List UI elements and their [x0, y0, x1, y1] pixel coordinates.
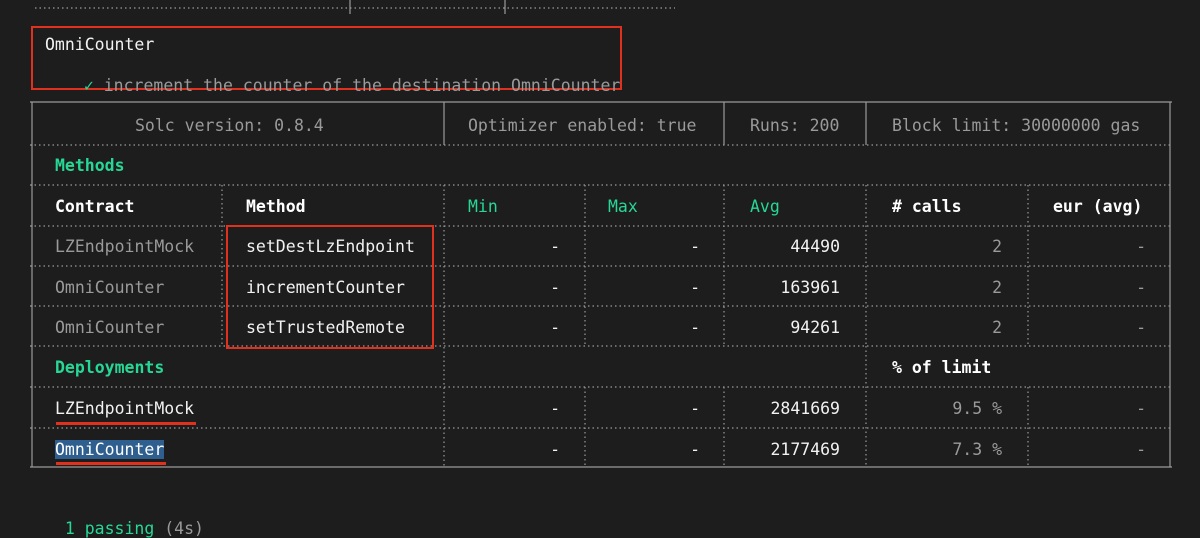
test-duration: (4s): [164, 519, 204, 538]
method-row-min: -: [550, 237, 560, 256]
method-row-contract: LZEndpointMock: [55, 237, 195, 256]
deployment-row-max: -: [690, 399, 700, 418]
method-row-eur: -: [1136, 278, 1146, 297]
method-row-avg: 44490: [790, 237, 840, 256]
method-row-min: -: [550, 318, 560, 337]
test-case-line: ✓ increment the counter of the destinati…: [64, 57, 620, 95]
method-row-contract: OmniCounter: [55, 278, 165, 297]
deployment-row-max: -: [690, 440, 700, 459]
col-calls: # calls: [892, 197, 962, 216]
method-row-avg: 163961: [780, 278, 840, 297]
passing-count: 1 passing: [64, 519, 155, 538]
col-contract: Contract: [55, 197, 135, 216]
col-min: Min: [468, 197, 498, 216]
col-limit: % of limit: [892, 358, 992, 377]
selected-text: OmniCounter: [55, 440, 165, 459]
optimizer-status: Optimizer enabled: true: [468, 116, 697, 135]
method-row-contract: OmniCounter: [55, 318, 165, 337]
block-limit: Block limit: 30000000 gas: [892, 116, 1141, 135]
solc-version: Solc version: 0.8.4: [135, 116, 324, 135]
method-row-max: -: [690, 278, 700, 297]
col-max: Max: [608, 197, 638, 216]
deployment-row-avg: 2841669: [770, 399, 840, 418]
deployment-row-limit: 7.3 %: [952, 440, 1002, 459]
method-row-calls: 2: [992, 278, 1002, 297]
deployment-row-min: -: [550, 440, 560, 459]
test-suite-name: OmniCounter: [45, 35, 155, 54]
method-row-calls: 2: [992, 237, 1002, 256]
deployment-underline: [56, 422, 196, 425]
deployment-row-eur: -: [1136, 399, 1146, 418]
method-row-max: -: [690, 318, 700, 337]
deployments-section-title: Deployments: [55, 358, 165, 377]
methods-section-title: Methods: [55, 156, 125, 175]
runs-count: Runs: 200: [750, 116, 840, 135]
col-avg: Avg: [750, 197, 780, 216]
deployment-row-min: -: [550, 399, 560, 418]
method-row-min: -: [550, 278, 560, 297]
methods-highlight: [226, 225, 434, 349]
method-row-calls: 2: [992, 318, 1002, 337]
check-icon: ✓: [83, 76, 94, 95]
method-row-eur: -: [1136, 318, 1146, 337]
deployment-row-avg: 2177469: [770, 440, 840, 459]
deployment-row-contract: OmniCounter: [55, 440, 165, 459]
deployment-row-contract: LZEndpointMock: [55, 399, 195, 418]
method-row-eur: -: [1136, 237, 1146, 256]
test-case-text: increment the counter of the destination…: [103, 76, 621, 95]
method-row-max: -: [690, 237, 700, 256]
col-method: Method: [246, 197, 306, 216]
method-row-avg: 94261: [790, 318, 840, 337]
test-summary: 1 passing (4s): [45, 500, 204, 538]
col-eur: eur (avg): [1053, 197, 1143, 216]
deployment-row-limit: 9.5 %: [952, 399, 1002, 418]
deployment-underline: [56, 462, 166, 465]
deployment-row-eur: -: [1136, 440, 1146, 459]
